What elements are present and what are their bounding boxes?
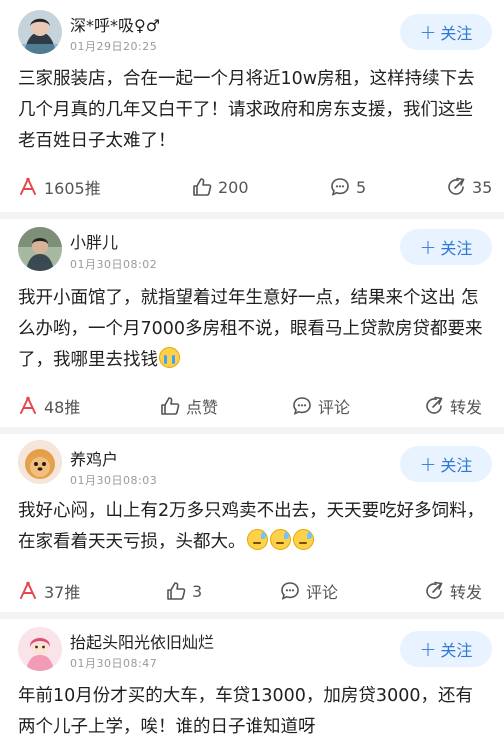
post-card: 小胖儿 01月30日08:02 + 关注 我开小面馆了，就指望着过年生意好一点，…: [0, 219, 504, 433]
forward-label: 转发: [450, 583, 483, 602]
comment-icon: [331, 178, 349, 196]
username[interactable]: 抬起头阳光依旧灿烂: [70, 629, 214, 653]
avatar[interactable]: [18, 227, 62, 271]
avatar[interactable]: [18, 10, 62, 54]
forward-count: 35: [472, 177, 493, 197]
divider: [0, 612, 504, 619]
post-content: 三家服装店，合在一起一个月将近10w房租，这样持续下去几个月真的几年又白干了！请…: [18, 69, 475, 151]
share-icon: [20, 177, 36, 195]
plus-icon: +: [419, 452, 437, 476]
follow-label: 关注: [440, 641, 473, 660]
share-count: 1605推: [44, 179, 101, 198]
like-button[interactable]: 3: [166, 576, 202, 606]
follow-button[interactable]: + 关注: [400, 446, 492, 482]
share-count: 37推: [44, 583, 81, 602]
forward-icon: [426, 581, 443, 599]
post-time: 01月30日08:47: [70, 657, 158, 670]
share-button[interactable]: 48推: [18, 391, 80, 421]
follow-button[interactable]: + 关注: [400, 229, 492, 265]
post-card: 深*呼*吸♀♂ 01月29日20:25 + 关注 三家服装店，合在一起一个月将近…: [0, 0, 504, 215]
follow-label: 关注: [440, 239, 473, 258]
follow-label: 关注: [440, 456, 473, 475]
like-label: 点赞: [186, 398, 219, 417]
action-bar: 48推 点赞 评论 转发: [0, 391, 504, 421]
plus-icon: +: [419, 235, 437, 259]
post-card: 抬起头阳光依旧灿烂 01月30日08:47 + 关注 年前10月份才买的大车，车…: [0, 619, 504, 748]
share-button[interactable]: 37推: [18, 576, 80, 606]
sweat-emoji: [246, 529, 268, 550]
post-card: 养鸡户 01月30日08:03 + 关注 我好心闷，山上有2万多只鸡卖不出去，天…: [0, 434, 504, 614]
comment-button[interactable]: 5: [330, 172, 366, 202]
post-content: 年前10月份才买的大车，车贷13000，加房贷3000，还有两个儿子上学，唉！谁…: [18, 686, 473, 737]
comment-label: 评论: [306, 583, 339, 602]
share-button[interactable]: 1605推: [18, 172, 101, 202]
avatar[interactable]: [18, 627, 62, 671]
action-bar: 37推 3 评论 转发: [0, 576, 504, 606]
follow-label: 关注: [440, 24, 473, 43]
crying-emoji: [159, 347, 180, 368]
post-time: 01月30日08:03: [70, 474, 158, 487]
comment-icon: [281, 582, 299, 600]
follow-button[interactable]: + 关注: [400, 14, 492, 50]
comment-icon: [293, 397, 311, 415]
username[interactable]: 小胖儿: [70, 229, 118, 253]
comment-button[interactable]: 评论: [292, 391, 350, 421]
forward-button[interactable]: 35: [446, 172, 492, 202]
plus-icon: +: [419, 637, 437, 661]
follow-button[interactable]: + 关注: [400, 631, 492, 667]
like-button[interactable]: 点赞: [160, 391, 218, 421]
like-count: 3: [192, 581, 203, 601]
comment-count: 5: [356, 177, 367, 197]
sweat-emoji: [292, 529, 314, 550]
comment-button[interactable]: 评论: [280, 576, 338, 606]
username[interactable]: 深*呼*吸♀♂: [70, 12, 160, 36]
like-button[interactable]: 200: [192, 172, 249, 202]
plus-icon: +: [419, 20, 437, 44]
divider: [0, 427, 504, 434]
thumbs-up-icon: [161, 397, 180, 415]
sweat-emoji: [269, 529, 291, 550]
share-count: 48推: [44, 398, 81, 417]
divider: [0, 212, 504, 219]
action-bar: 1605推 200 5 35: [0, 172, 504, 202]
forward-button[interactable]: 转发: [424, 391, 482, 421]
forward-label: 转发: [450, 398, 483, 417]
username[interactable]: 养鸡户: [70, 446, 118, 470]
forward-icon: [448, 177, 465, 195]
like-count: 200: [218, 177, 249, 197]
thumbs-up-icon: [167, 582, 186, 600]
thumbs-up-icon: [193, 178, 212, 196]
forward-icon: [426, 396, 443, 414]
post-time: 01月30日08:02: [70, 258, 158, 271]
post-content: 我开小面馆了，就指望着过年生意好一点，结果来个这出 怎么办哟，一个月7000多房…: [18, 288, 483, 370]
forward-button[interactable]: 转发: [424, 576, 482, 606]
avatar[interactable]: [18, 440, 62, 484]
post-content: 我好心闷，山上有2万多只鸡卖不出去，天天要吃好多饲料，在家看着天天亏损，头都大。: [18, 501, 485, 552]
share-icon: [20, 396, 36, 414]
post-time: 01月29日20:25: [70, 40, 158, 53]
share-icon: [20, 581, 36, 599]
comment-label: 评论: [318, 398, 351, 417]
